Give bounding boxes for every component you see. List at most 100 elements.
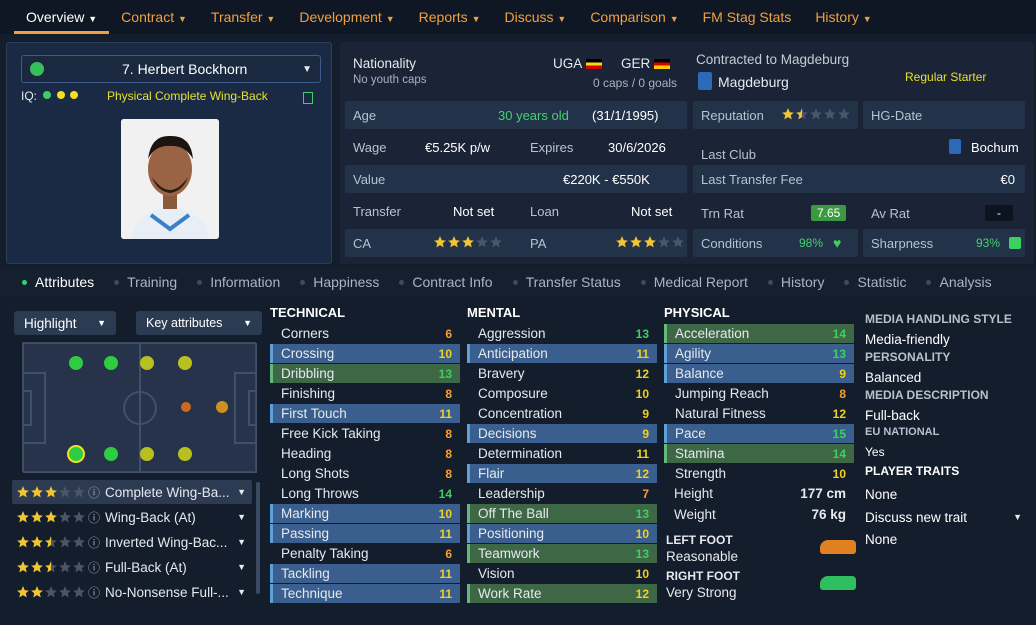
nav-transfer[interactable]: Transfer ▼ — [199, 0, 287, 34]
attribute-row[interactable]: Finishing 8 — [270, 384, 460, 403]
info-card: Nationality No youth caps UGA GER 0 caps… — [340, 42, 1034, 264]
attribute-row[interactable]: Long Throws 14 — [270, 484, 460, 503]
attribute-value: 14 — [832, 326, 846, 341]
player-selector[interactable]: 7. Herbert Bockhorn ▼ — [21, 55, 321, 83]
tab-training[interactable]: Training — [104, 274, 187, 290]
role-list-scrollbar[interactable] — [256, 482, 260, 594]
attribute-row[interactable]: Off The Ball 13 — [467, 504, 657, 523]
position-dot[interactable] — [181, 402, 191, 412]
attribute-name: Determination — [478, 446, 563, 461]
position-dot[interactable] — [178, 447, 192, 461]
attribute-row[interactable]: Corners 6 — [270, 324, 460, 343]
attribute-value: 9 — [839, 366, 846, 381]
nav-fm-stag-stats[interactable]: FM Stag Stats — [691, 0, 804, 34]
attribute-row[interactable]: Positioning 10 — [467, 524, 657, 543]
chevron-down-icon[interactable]: ▼ — [237, 562, 246, 572]
attribute-row[interactable]: Dribbling 13 — [270, 364, 460, 383]
attribute-row[interactable]: Technique 11 — [270, 584, 460, 603]
attribute-row[interactable]: Leadership 7 — [467, 484, 657, 503]
tab-happiness[interactable]: Happiness — [290, 274, 389, 290]
role-item[interactable]: ⓘ Wing-Back (At) ▼ — [12, 505, 252, 529]
nav-history[interactable]: History ▼ — [803, 0, 883, 34]
role-item[interactable]: ⓘ Complete Wing-Ba... ▼ — [12, 480, 252, 504]
tab-information[interactable]: Information — [187, 274, 290, 290]
attribute-row[interactable]: Penalty Taking 6 — [270, 544, 460, 563]
player-face-image — [121, 119, 219, 239]
left-boot-icon — [820, 540, 856, 554]
position-dot-selected[interactable] — [67, 445, 85, 463]
info-icon[interactable]: ⓘ — [88, 509, 100, 526]
role-item[interactable]: ⓘ Full-Back (At) ▼ — [12, 555, 252, 579]
attribute-row[interactable]: Heading 8 — [270, 444, 460, 463]
attribute-row[interactable]: Stamina 14 — [664, 444, 854, 463]
star-icon — [45, 486, 57, 498]
tab-transfer-status[interactable]: Transfer Status — [503, 274, 631, 290]
attribute-row[interactable]: Composure 10 — [467, 384, 657, 403]
tab-analysis[interactable]: Analysis — [916, 274, 1001, 290]
attribute-row[interactable]: Long Shots 8 — [270, 464, 460, 483]
attribute-row[interactable]: Determination 11 — [467, 444, 657, 463]
attribute-row[interactable]: Marking 10 — [270, 504, 460, 523]
tab-medical-report[interactable]: Medical Report — [631, 274, 758, 290]
position-dot[interactable] — [104, 356, 118, 370]
chevron-down-icon[interactable]: ▼ — [237, 487, 246, 497]
nav-development[interactable]: Development ▼ — [287, 0, 406, 34]
info-icon[interactable]: ⓘ — [88, 534, 100, 551]
position-dot[interactable] — [69, 356, 83, 370]
nav-overview[interactable]: Overview ▼ — [14, 0, 110, 34]
attribute-row[interactable]: Free Kick Taking 8 — [270, 424, 460, 443]
attribute-row[interactable]: Tackling 11 — [270, 564, 460, 583]
role-item[interactable]: ⓘ Inverted Wing-Bac... ▼ — [12, 530, 252, 554]
squad-status: Regular Starter — [905, 70, 987, 84]
attribute-row[interactable]: First Touch 11 — [270, 404, 460, 423]
info-icon[interactable]: ⓘ — [88, 559, 100, 576]
attribute-row[interactable]: Anticipation 11 — [467, 344, 657, 363]
nationality-uga: UGA — [553, 56, 583, 71]
tab-statistic[interactable]: Statistic — [834, 274, 916, 290]
chevron-down-icon[interactable]: ▼ — [237, 512, 246, 522]
position-dot[interactable] — [216, 401, 228, 413]
attribute-row[interactable]: Passing 11 — [270, 524, 460, 543]
attribute-value: 8 — [445, 466, 452, 481]
chevron-down-icon[interactable]: ▼ — [237, 587, 246, 597]
role-item[interactable]: ⓘ No-Nonsense Full-... ▼ — [12, 580, 252, 604]
position-dot[interactable] — [140, 356, 154, 370]
info-icon[interactable]: ⓘ — [88, 584, 100, 601]
attribute-row[interactable]: Strength 10 — [664, 464, 854, 483]
attribute-row[interactable]: Work Rate 12 — [467, 584, 657, 603]
attribute-row[interactable]: Decisions 9 — [467, 424, 657, 443]
attribute-row[interactable]: Flair 12 — [467, 464, 657, 483]
clipboard-icon[interactable] — [303, 92, 313, 104]
tab-attributes[interactable]: Attributes — [12, 274, 104, 290]
discuss-new-trait-button[interactable]: Discuss new trait ▼ — [860, 507, 1028, 529]
attribute-row[interactable]: Agility 13 — [664, 344, 854, 363]
position-dot[interactable] — [104, 447, 118, 461]
attribute-row[interactable]: Concentration 9 — [467, 404, 657, 423]
info-icon[interactable]: ⓘ — [88, 484, 100, 501]
attribute-row[interactable]: Jumping Reach 8 — [664, 384, 854, 403]
role-name: No-Nonsense Full-... — [105, 584, 229, 600]
position-dot[interactable] — [178, 356, 192, 370]
attribute-name: Penalty Taking — [281, 546, 369, 561]
attribute-row[interactable]: Vision 10 — [467, 564, 657, 583]
nav-discuss[interactable]: Discuss ▼ — [492, 0, 578, 34]
tab-contract-info[interactable]: Contract Info — [389, 274, 502, 290]
position-dot[interactable] — [140, 447, 154, 461]
attribute-row[interactable]: Natural Fitness 12 — [664, 404, 854, 423]
attribute-name: Flair — [478, 466, 505, 481]
nav-reports[interactable]: Reports ▼ — [407, 0, 493, 34]
nav-comparison[interactable]: Comparison ▼ — [578, 0, 690, 34]
attribute-row[interactable]: Balance 9 — [664, 364, 854, 383]
attribute-row[interactable]: Teamwork 13 — [467, 544, 657, 563]
chevron-down-icon[interactable]: ▼ — [237, 537, 246, 547]
key-attributes-dropdown[interactable]: Key attributes ▼ — [136, 311, 262, 335]
weight-value: 76 kg — [811, 507, 846, 522]
attribute-row[interactable]: Bravery 12 — [467, 364, 657, 383]
attribute-row[interactable]: Acceleration 14 — [664, 324, 854, 343]
highlight-dropdown[interactable]: Highlight ▼ — [14, 311, 116, 335]
attribute-row[interactable]: Crossing 10 — [270, 344, 460, 363]
nav-contract[interactable]: Contract ▼ — [109, 0, 199, 34]
tab-history[interactable]: History — [758, 274, 835, 290]
attribute-row[interactable]: Aggression 13 — [467, 324, 657, 343]
attribute-row[interactable]: Pace 15 — [664, 424, 854, 443]
